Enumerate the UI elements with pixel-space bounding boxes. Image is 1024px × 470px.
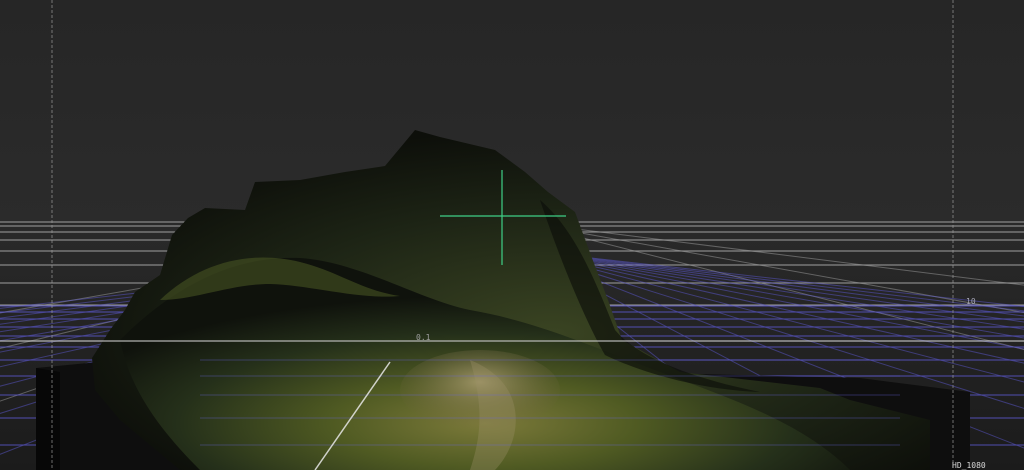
3d-viewport[interactable]: 0.1 10 HD_1080	[0, 0, 1024, 470]
viewport-canvas	[0, 0, 1024, 470]
terrain-base-shadow	[36, 368, 60, 470]
